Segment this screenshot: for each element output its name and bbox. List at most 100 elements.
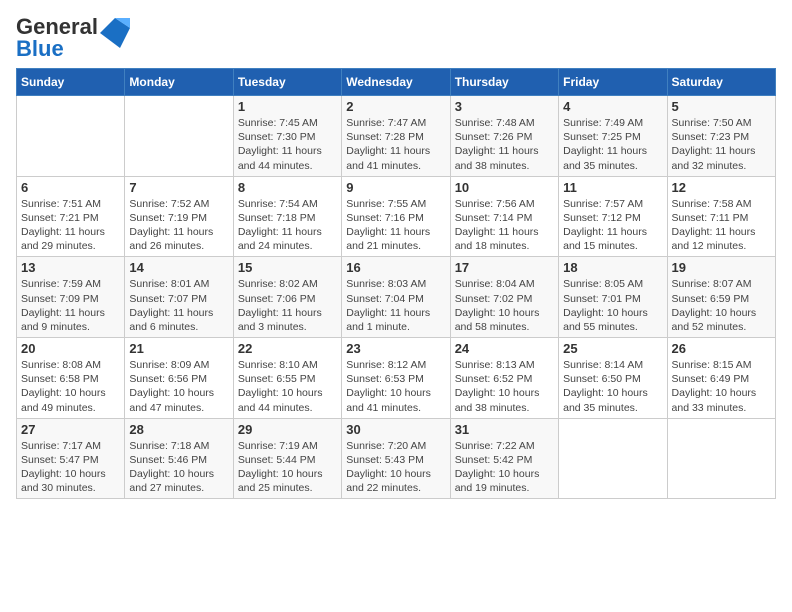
day-info: Sunrise: 7:59 AMSunset: 7:09 PMDaylight:…	[21, 277, 120, 334]
day-info: Sunrise: 7:54 AMSunset: 7:18 PMDaylight:…	[238, 197, 337, 254]
day-cell: 22 Sunrise: 8:10 AMSunset: 6:55 PMDaylig…	[233, 338, 341, 419]
header: GeneralBlue	[16, 16, 776, 60]
day-cell: 25 Sunrise: 8:14 AMSunset: 6:50 PMDaylig…	[559, 338, 667, 419]
day-info: Sunrise: 8:14 AMSunset: 6:50 PMDaylight:…	[563, 358, 662, 415]
day-number: 5	[672, 99, 771, 114]
calendar-table: SundayMondayTuesdayWednesdayThursdayFrid…	[16, 68, 776, 499]
day-cell: 12 Sunrise: 7:58 AMSunset: 7:11 PMDaylig…	[667, 176, 775, 257]
day-number: 22	[238, 341, 337, 356]
day-number: 16	[346, 260, 445, 275]
day-info: Sunrise: 8:12 AMSunset: 6:53 PMDaylight:…	[346, 358, 445, 415]
day-number: 25	[563, 341, 662, 356]
day-cell: 9 Sunrise: 7:55 AMSunset: 7:16 PMDayligh…	[342, 176, 450, 257]
week-row-5: 27 Sunrise: 7:17 AMSunset: 5:47 PMDaylig…	[17, 418, 776, 499]
day-cell: 18 Sunrise: 8:05 AMSunset: 7:01 PMDaylig…	[559, 257, 667, 338]
day-cell: 30 Sunrise: 7:20 AMSunset: 5:43 PMDaylig…	[342, 418, 450, 499]
day-info: Sunrise: 7:17 AMSunset: 5:47 PMDaylight:…	[21, 439, 120, 496]
day-cell: 24 Sunrise: 8:13 AMSunset: 6:52 PMDaylig…	[450, 338, 558, 419]
day-info: Sunrise: 7:57 AMSunset: 7:12 PMDaylight:…	[563, 197, 662, 254]
day-info: Sunrise: 8:04 AMSunset: 7:02 PMDaylight:…	[455, 277, 554, 334]
day-info: Sunrise: 7:45 AMSunset: 7:30 PMDaylight:…	[238, 116, 337, 173]
day-number: 24	[455, 341, 554, 356]
day-info: Sunrise: 7:22 AMSunset: 5:42 PMDaylight:…	[455, 439, 554, 496]
day-info: Sunrise: 8:07 AMSunset: 6:59 PMDaylight:…	[672, 277, 771, 334]
day-number: 20	[21, 341, 120, 356]
day-number: 10	[455, 180, 554, 195]
day-cell: 11 Sunrise: 7:57 AMSunset: 7:12 PMDaylig…	[559, 176, 667, 257]
day-number: 29	[238, 422, 337, 437]
day-cell: 29 Sunrise: 7:19 AMSunset: 5:44 PMDaylig…	[233, 418, 341, 499]
day-info: Sunrise: 7:19 AMSunset: 5:44 PMDaylight:…	[238, 439, 337, 496]
day-cell	[125, 96, 233, 177]
week-row-3: 13 Sunrise: 7:59 AMSunset: 7:09 PMDaylig…	[17, 257, 776, 338]
day-cell	[559, 418, 667, 499]
day-info: Sunrise: 7:18 AMSunset: 5:46 PMDaylight:…	[129, 439, 228, 496]
day-cell: 27 Sunrise: 7:17 AMSunset: 5:47 PMDaylig…	[17, 418, 125, 499]
day-cell: 13 Sunrise: 7:59 AMSunset: 7:09 PMDaylig…	[17, 257, 125, 338]
day-cell: 31 Sunrise: 7:22 AMSunset: 5:42 PMDaylig…	[450, 418, 558, 499]
day-info: Sunrise: 8:08 AMSunset: 6:58 PMDaylight:…	[21, 358, 120, 415]
day-number: 8	[238, 180, 337, 195]
day-cell: 14 Sunrise: 8:01 AMSunset: 7:07 PMDaylig…	[125, 257, 233, 338]
col-header-monday: Monday	[125, 69, 233, 96]
day-number: 4	[563, 99, 662, 114]
day-number: 17	[455, 260, 554, 275]
day-cell: 7 Sunrise: 7:52 AMSunset: 7:19 PMDayligh…	[125, 176, 233, 257]
day-number: 23	[346, 341, 445, 356]
day-number: 30	[346, 422, 445, 437]
day-info: Sunrise: 8:13 AMSunset: 6:52 PMDaylight:…	[455, 358, 554, 415]
week-row-1: 1 Sunrise: 7:45 AMSunset: 7:30 PMDayligh…	[17, 96, 776, 177]
day-number: 6	[21, 180, 120, 195]
day-number: 15	[238, 260, 337, 275]
day-cell: 19 Sunrise: 8:07 AMSunset: 6:59 PMDaylig…	[667, 257, 775, 338]
day-cell	[667, 418, 775, 499]
day-cell: 1 Sunrise: 7:45 AMSunset: 7:30 PMDayligh…	[233, 96, 341, 177]
day-info: Sunrise: 7:58 AMSunset: 7:11 PMDaylight:…	[672, 197, 771, 254]
day-number: 2	[346, 99, 445, 114]
day-cell: 17 Sunrise: 8:04 AMSunset: 7:02 PMDaylig…	[450, 257, 558, 338]
col-header-saturday: Saturday	[667, 69, 775, 96]
day-number: 11	[563, 180, 662, 195]
col-header-wednesday: Wednesday	[342, 69, 450, 96]
day-cell	[17, 96, 125, 177]
day-cell: 5 Sunrise: 7:50 AMSunset: 7:23 PMDayligh…	[667, 96, 775, 177]
day-info: Sunrise: 7:49 AMSunset: 7:25 PMDaylight:…	[563, 116, 662, 173]
day-number: 26	[672, 341, 771, 356]
day-cell: 6 Sunrise: 7:51 AMSunset: 7:21 PMDayligh…	[17, 176, 125, 257]
day-cell: 21 Sunrise: 8:09 AMSunset: 6:56 PMDaylig…	[125, 338, 233, 419]
day-number: 19	[672, 260, 771, 275]
day-number: 14	[129, 260, 228, 275]
col-header-friday: Friday	[559, 69, 667, 96]
day-info: Sunrise: 8:03 AMSunset: 7:04 PMDaylight:…	[346, 277, 445, 334]
day-info: Sunrise: 8:01 AMSunset: 7:07 PMDaylight:…	[129, 277, 228, 334]
day-info: Sunrise: 8:02 AMSunset: 7:06 PMDaylight:…	[238, 277, 337, 334]
day-number: 7	[129, 180, 228, 195]
day-info: Sunrise: 8:05 AMSunset: 7:01 PMDaylight:…	[563, 277, 662, 334]
day-info: Sunrise: 8:10 AMSunset: 6:55 PMDaylight:…	[238, 358, 337, 415]
day-cell: 10 Sunrise: 7:56 AMSunset: 7:14 PMDaylig…	[450, 176, 558, 257]
day-info: Sunrise: 7:48 AMSunset: 7:26 PMDaylight:…	[455, 116, 554, 173]
day-info: Sunrise: 7:47 AMSunset: 7:28 PMDaylight:…	[346, 116, 445, 173]
logo: GeneralBlue	[16, 16, 130, 60]
day-number: 3	[455, 99, 554, 114]
day-info: Sunrise: 7:56 AMSunset: 7:14 PMDaylight:…	[455, 197, 554, 254]
header-row: SundayMondayTuesdayWednesdayThursdayFrid…	[17, 69, 776, 96]
week-row-2: 6 Sunrise: 7:51 AMSunset: 7:21 PMDayligh…	[17, 176, 776, 257]
day-cell: 23 Sunrise: 8:12 AMSunset: 6:53 PMDaylig…	[342, 338, 450, 419]
day-info: Sunrise: 8:15 AMSunset: 6:49 PMDaylight:…	[672, 358, 771, 415]
col-header-thursday: Thursday	[450, 69, 558, 96]
day-number: 12	[672, 180, 771, 195]
day-info: Sunrise: 7:51 AMSunset: 7:21 PMDaylight:…	[21, 197, 120, 254]
logo-icon	[100, 18, 130, 48]
day-cell: 3 Sunrise: 7:48 AMSunset: 7:26 PMDayligh…	[450, 96, 558, 177]
day-number: 27	[21, 422, 120, 437]
logo-text: GeneralBlue	[16, 16, 98, 60]
col-header-sunday: Sunday	[17, 69, 125, 96]
day-number: 28	[129, 422, 228, 437]
day-info: Sunrise: 7:20 AMSunset: 5:43 PMDaylight:…	[346, 439, 445, 496]
day-cell: 4 Sunrise: 7:49 AMSunset: 7:25 PMDayligh…	[559, 96, 667, 177]
day-info: Sunrise: 7:55 AMSunset: 7:16 PMDaylight:…	[346, 197, 445, 254]
day-cell: 16 Sunrise: 8:03 AMSunset: 7:04 PMDaylig…	[342, 257, 450, 338]
col-header-tuesday: Tuesday	[233, 69, 341, 96]
day-cell: 2 Sunrise: 7:47 AMSunset: 7:28 PMDayligh…	[342, 96, 450, 177]
